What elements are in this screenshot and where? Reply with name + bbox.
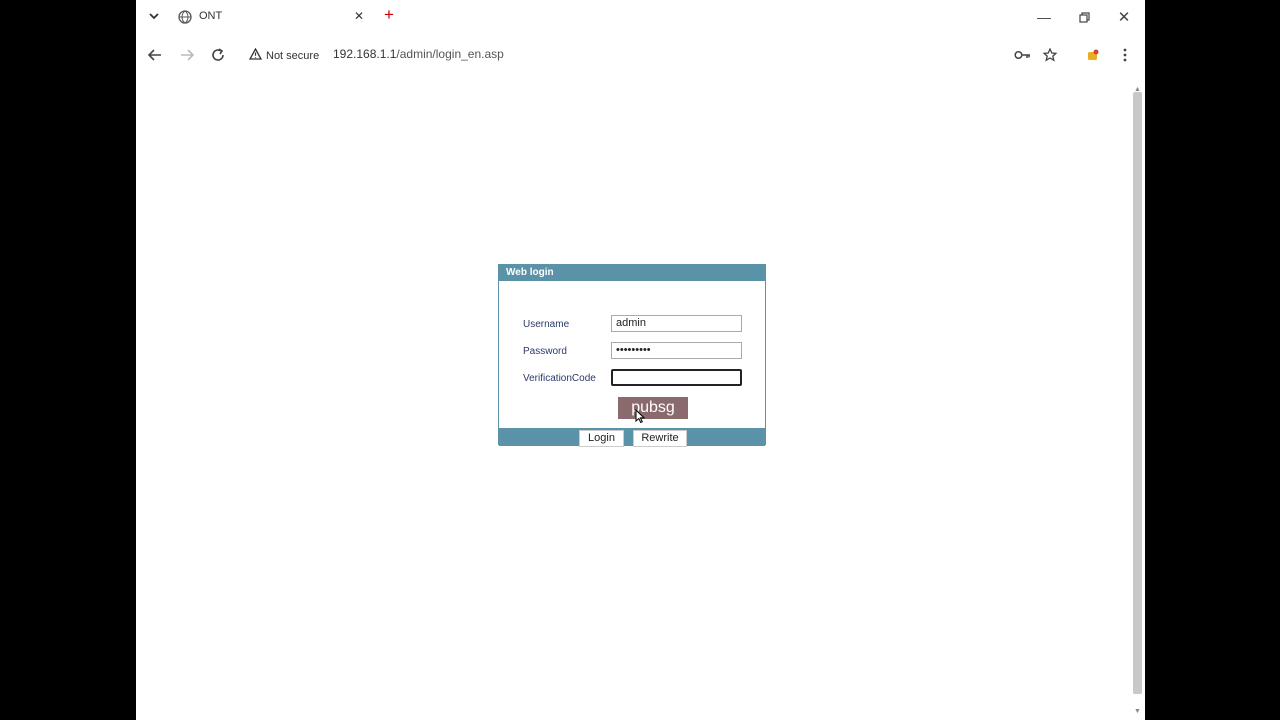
tab-title: ONT bbox=[199, 10, 223, 22]
login-panel-title: Web login bbox=[499, 265, 765, 281]
minimize-icon[interactable]: — bbox=[1034, 7, 1054, 27]
vertical-scrollbar[interactable]: ▲ ▼ bbox=[1131, 86, 1145, 720]
tab-strip: ONT ✕ + — ✕ bbox=[136, 0, 1145, 34]
security-label: Not secure bbox=[266, 50, 320, 62]
scroll-down-icon[interactable]: ▼ bbox=[1134, 708, 1141, 715]
arrow-right-icon[interactable] bbox=[178, 46, 196, 64]
captcha-image[interactable]: pubsg bbox=[618, 397, 688, 419]
security-indicator[interactable]: Not secure bbox=[248, 47, 320, 65]
username-label: Username bbox=[523, 319, 570, 330]
close-icon[interactable]: ✕ bbox=[354, 9, 364, 23]
warning-icon bbox=[248, 47, 263, 65]
key-icon[interactable] bbox=[1013, 46, 1031, 64]
globe-icon bbox=[178, 10, 192, 24]
window-close-icon[interactable]: ✕ bbox=[1114, 7, 1134, 27]
verification-code-label: VerificationCode bbox=[523, 373, 596, 384]
star-icon[interactable] bbox=[1041, 46, 1059, 64]
browser-toolbar: Not secure 192.168.1.1/admin/login_en.as… bbox=[136, 36, 1145, 74]
browser-window: ONT ✕ + — ✕ Not secure 192.168.1.1/admin… bbox=[136, 0, 1145, 720]
password-input[interactable]: ••••••••• bbox=[611, 342, 742, 359]
password-label: Password bbox=[523, 346, 567, 357]
reload-icon[interactable] bbox=[209, 46, 227, 64]
login-panel-footer: Login Rewrite bbox=[499, 428, 765, 447]
plus-icon[interactable]: + bbox=[384, 5, 394, 25]
chevron-down-icon[interactable] bbox=[146, 8, 162, 24]
login-button[interactable]: Login bbox=[579, 430, 624, 447]
scrollbar-thumb[interactable] bbox=[1133, 92, 1142, 694]
mouse-cursor-icon bbox=[635, 408, 646, 424]
verification-code-input[interactable] bbox=[611, 369, 742, 386]
address-bar[interactable]: 192.168.1.1/admin/login_en.asp bbox=[333, 47, 504, 61]
kebab-menu-icon[interactable] bbox=[1116, 46, 1134, 64]
extension-icon[interactable] bbox=[1084, 46, 1102, 64]
url-host: 192.168.1.1 bbox=[333, 47, 397, 61]
restore-icon[interactable] bbox=[1074, 7, 1094, 27]
url-path: /admin/login_en.asp bbox=[396, 47, 504, 61]
username-input[interactable]: admin bbox=[611, 315, 742, 332]
tab-ont[interactable]: ONT ✕ bbox=[170, 4, 374, 30]
login-panel: Web login Username admin Password ••••••… bbox=[498, 264, 766, 447]
arrow-left-icon[interactable] bbox=[146, 46, 164, 64]
rewrite-button[interactable]: Rewrite bbox=[633, 430, 687, 447]
page-content: Web login Username admin Password ••••••… bbox=[136, 86, 1131, 720]
